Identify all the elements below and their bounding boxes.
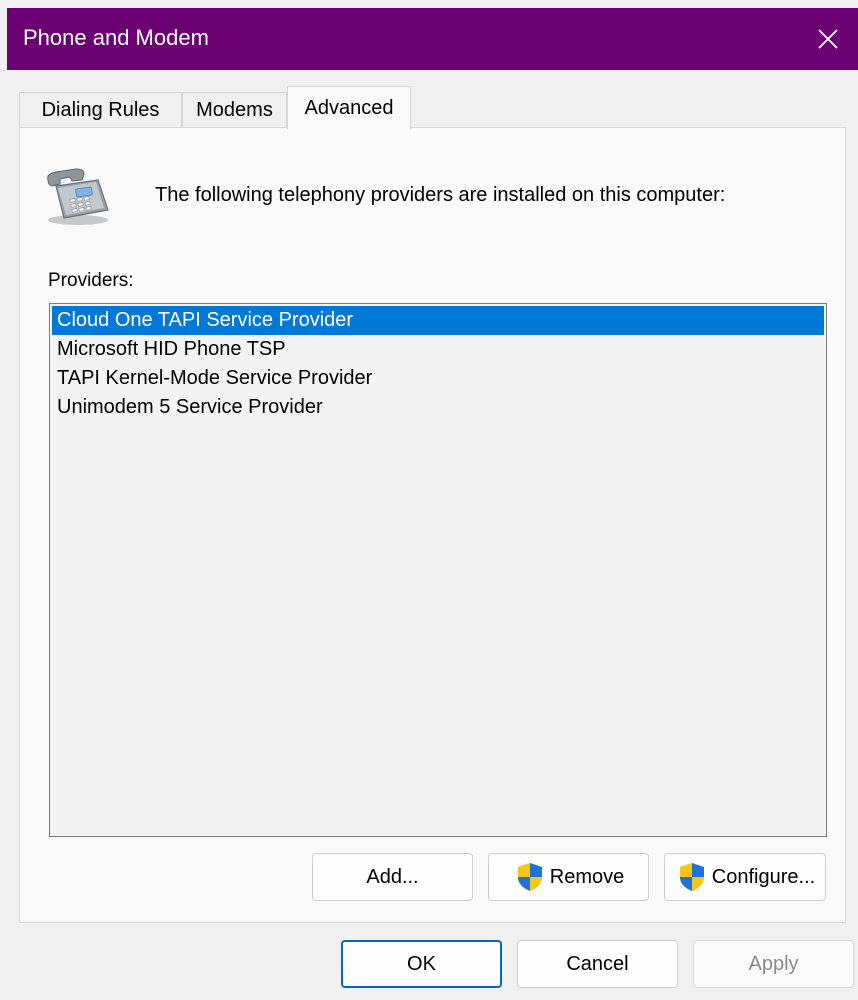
configure-button-label: Configure... [711,865,816,888]
remove-button[interactable]: Remove [488,853,649,901]
remove-button-label: Remove [549,865,625,888]
list-item[interactable]: Microsoft HID Phone TSP [52,335,824,364]
add-button[interactable]: Add... [312,853,473,901]
configure-button[interactable]: Configure... [664,853,826,901]
list-item[interactable]: Unimodem 5 Service Provider [52,393,824,422]
intro-text: The following telephony providers are in… [155,184,726,206]
close-button[interactable] [798,8,858,70]
window-title: Phone and Modem [23,25,209,50]
providers-list[interactable]: Cloud One TAPI Service Provider Microsof… [49,303,827,837]
providers-label: Providers: [48,270,134,291]
list-item[interactable]: TAPI Kernel-Mode Service Provider [52,364,824,393]
uac-shield-icon [517,863,542,891]
advanced-tab-panel: The following telephony providers are in… [19,127,846,923]
phone-and-modem-dialog: Phone and Modem Dialing Rules Modems Adv… [7,8,858,1000]
list-item[interactable]: Cloud One TAPI Service Provider [52,306,824,335]
tab-advanced[interactable]: Advanced [287,86,411,129]
tab-modems[interactable]: Modems [182,92,287,128]
uac-shield-icon [679,863,704,891]
title-bar: Phone and Modem [7,8,858,70]
telephone-icon [47,168,109,225]
apply-button[interactable]: Apply [693,940,854,988]
tab-dialing-rules[interactable]: Dialing Rules [19,92,182,128]
close-icon [818,29,838,49]
ok-button[interactable]: OK [341,940,502,988]
cancel-button[interactable]: Cancel [517,940,678,988]
